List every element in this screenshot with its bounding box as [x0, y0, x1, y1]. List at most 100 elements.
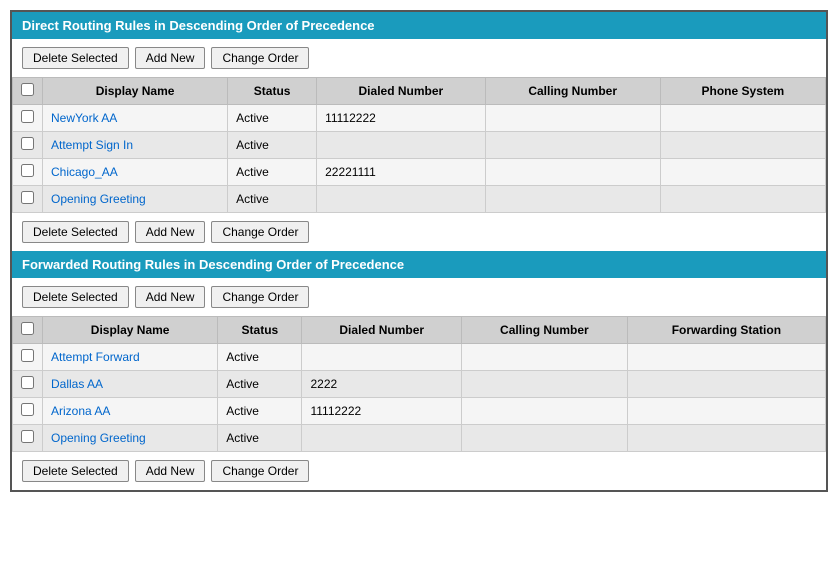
- forwarded-change-order-button[interactable]: Change Order: [211, 286, 309, 308]
- direct-add-button-bottom[interactable]: Add New: [135, 221, 206, 243]
- direct-row-checkbox-1[interactable]: [21, 137, 34, 150]
- direct-routing-header: Direct Routing Rules in Descending Order…: [12, 12, 826, 39]
- direct-header-check: [13, 78, 43, 105]
- direct-toolbar: Delete Selected Add New Change Order: [12, 39, 826, 77]
- forwarded-row-dialed-0: [302, 344, 462, 371]
- forwarded-row-link-1[interactable]: Dallas AA: [51, 377, 103, 391]
- forwarded-select-all-checkbox[interactable]: [21, 322, 34, 335]
- direct-col-phone-system: Phone System: [660, 78, 825, 105]
- forwarded-col-calling-number: Calling Number: [462, 317, 628, 344]
- direct-row-calling-2: [485, 159, 660, 186]
- direct-row-calling-1: [485, 132, 660, 159]
- direct-row-check-2: [13, 159, 43, 186]
- direct-row-name-2: Chicago_AA: [43, 159, 228, 186]
- direct-row-checkbox-2[interactable]: [21, 164, 34, 177]
- forwarded-row-forwarding-1: [627, 371, 825, 398]
- forwarded-row-calling-3: [462, 425, 628, 452]
- forwarded-row-check-3: [13, 425, 43, 452]
- forwarded-row-forwarding-3: [627, 425, 825, 452]
- forwarded-table-wrapper: Display Name Status Dialed Number Callin…: [12, 316, 826, 452]
- forwarded-row-check-0: [13, 344, 43, 371]
- direct-col-display-name: Display Name: [43, 78, 228, 105]
- forwarded-table-row: Dallas AA Active 2222: [13, 371, 826, 398]
- forwarded-delete-button-bottom[interactable]: Delete Selected: [22, 460, 129, 482]
- forwarded-row-checkbox-0[interactable]: [21, 349, 34, 362]
- forwarded-row-status-1: Active: [218, 371, 302, 398]
- forwarded-row-link-2[interactable]: Arizona AA: [51, 404, 110, 418]
- forwarded-routing-header: Forwarded Routing Rules in Descending Or…: [12, 251, 826, 278]
- direct-col-status: Status: [228, 78, 317, 105]
- forwarded-row-checkbox-2[interactable]: [21, 403, 34, 416]
- direct-row-name-0: NewYork AA: [43, 105, 228, 132]
- forwarded-row-name-1: Dallas AA: [43, 371, 218, 398]
- forwarded-routing-table: Display Name Status Dialed Number Callin…: [12, 316, 826, 452]
- forwarded-row-dialed-3: [302, 425, 462, 452]
- forwarded-table-row: Arizona AA Active 11112222: [13, 398, 826, 425]
- direct-col-calling-number: Calling Number: [485, 78, 660, 105]
- direct-row-status-0: Active: [228, 105, 317, 132]
- direct-select-all-checkbox[interactable]: [21, 83, 34, 96]
- forwarded-add-button-bottom[interactable]: Add New: [135, 460, 206, 482]
- direct-row-name-3: Opening Greeting: [43, 186, 228, 213]
- forwarded-col-status: Status: [218, 317, 302, 344]
- forwarded-row-status-0: Active: [218, 344, 302, 371]
- forwarded-row-name-0: Attempt Forward: [43, 344, 218, 371]
- forwarded-row-calling-0: [462, 344, 628, 371]
- forwarded-table-row: Attempt Forward Active: [13, 344, 826, 371]
- forwarded-routing-title: Forwarded Routing Rules in Descending Or…: [22, 257, 404, 272]
- direct-row-dialed-1: [317, 132, 486, 159]
- forwarded-row-name-3: Opening Greeting: [43, 425, 218, 452]
- forwarded-delete-button[interactable]: Delete Selected: [22, 286, 129, 308]
- forwarded-table-row: Opening Greeting Active: [13, 425, 826, 452]
- direct-table-row: NewYork AA Active 11112222: [13, 105, 826, 132]
- forwarded-row-forwarding-2: [627, 398, 825, 425]
- direct-row-phone-1: [660, 132, 825, 159]
- direct-row-link-3[interactable]: Opening Greeting: [51, 192, 146, 206]
- direct-row-link-0[interactable]: NewYork AA: [51, 111, 117, 125]
- forwarded-col-dialed-number: Dialed Number: [302, 317, 462, 344]
- forwarded-row-name-2: Arizona AA: [43, 398, 218, 425]
- forwarded-add-button[interactable]: Add New: [135, 286, 206, 308]
- direct-row-name-1: Attempt Sign In: [43, 132, 228, 159]
- direct-row-status-1: Active: [228, 132, 317, 159]
- direct-table-row: Chicago_AA Active 22221111: [13, 159, 826, 186]
- direct-row-link-2[interactable]: Chicago_AA: [51, 165, 118, 179]
- direct-change-order-button-bottom[interactable]: Change Order: [211, 221, 309, 243]
- forwarded-row-status-3: Active: [218, 425, 302, 452]
- direct-add-button[interactable]: Add New: [135, 47, 206, 69]
- direct-row-dialed-3: [317, 186, 486, 213]
- direct-row-link-1[interactable]: Attempt Sign In: [51, 138, 133, 152]
- direct-delete-button[interactable]: Delete Selected: [22, 47, 129, 69]
- direct-table-row: Opening Greeting Active: [13, 186, 826, 213]
- direct-row-check-1: [13, 132, 43, 159]
- forwarded-row-check-1: [13, 371, 43, 398]
- direct-row-check-0: [13, 105, 43, 132]
- forwarded-row-checkbox-3[interactable]: [21, 430, 34, 443]
- forwarded-row-checkbox-1[interactable]: [21, 376, 34, 389]
- direct-row-checkbox-3[interactable]: [21, 191, 34, 204]
- direct-row-status-2: Active: [228, 159, 317, 186]
- direct-row-calling-0: [485, 105, 660, 132]
- forwarded-row-link-3[interactable]: Opening Greeting: [51, 431, 146, 445]
- forwarded-col-display-name: Display Name: [43, 317, 218, 344]
- forwarded-row-forwarding-0: [627, 344, 825, 371]
- forwarded-change-order-button-bottom[interactable]: Change Order: [211, 460, 309, 482]
- main-container: Direct Routing Rules in Descending Order…: [10, 10, 828, 492]
- direct-toolbar-bottom: Delete Selected Add New Change Order: [12, 213, 826, 251]
- direct-row-check-3: [13, 186, 43, 213]
- forwarded-header-check: [13, 317, 43, 344]
- forwarded-row-calling-1: [462, 371, 628, 398]
- forwarded-row-calling-2: [462, 398, 628, 425]
- direct-row-dialed-2: 22221111: [317, 159, 486, 186]
- forwarded-row-dialed-1: 2222: [302, 371, 462, 398]
- direct-table-wrapper: Display Name Status Dialed Number Callin…: [12, 77, 826, 213]
- direct-row-phone-3: [660, 186, 825, 213]
- direct-table-row: Attempt Sign In Active: [13, 132, 826, 159]
- direct-row-phone-0: [660, 105, 825, 132]
- direct-change-order-button[interactable]: Change Order: [211, 47, 309, 69]
- direct-row-phone-2: [660, 159, 825, 186]
- direct-row-checkbox-0[interactable]: [21, 110, 34, 123]
- forwarded-row-link-0[interactable]: Attempt Forward: [51, 350, 140, 364]
- direct-routing-table: Display Name Status Dialed Number Callin…: [12, 77, 826, 213]
- direct-delete-button-bottom[interactable]: Delete Selected: [22, 221, 129, 243]
